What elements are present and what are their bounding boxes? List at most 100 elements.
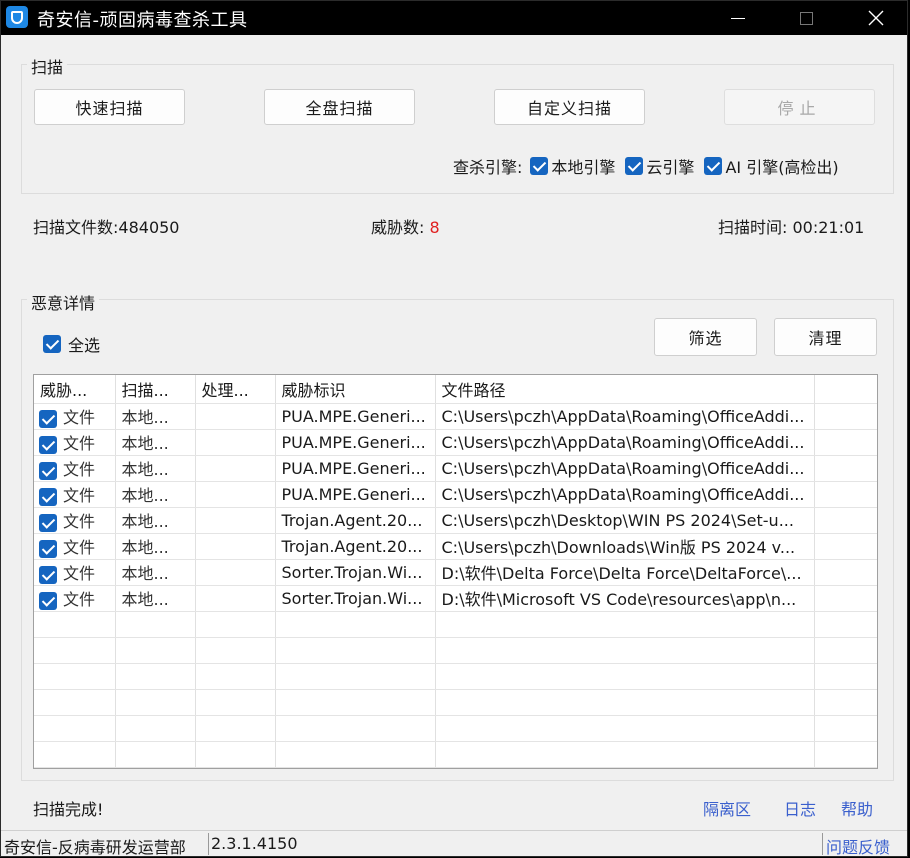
empty-row	[34, 689, 877, 716]
cell-threat-id: Trojan.Agent.20...	[275, 507, 436, 534]
checkmark-icon[interactable]	[39, 591, 57, 610]
column-header-action[interactable]: 处理...	[195, 375, 276, 404]
select-all-label: 全选	[68, 336, 101, 355]
cell-file-path: C:\Users\pczh\AppData\Roaming\OfficeAddi…	[435, 429, 815, 456]
maximize-button[interactable]	[783, 1, 829, 35]
cell-threat-type[interactable]: 文件	[34, 507, 116, 534]
column-header-file-path[interactable]: 文件路径	[435, 375, 815, 404]
status-divider	[208, 833, 209, 855]
table-row[interactable]: 文件 本地... Sorter.Trojan.Wi... D:\软件\Microsof…	[34, 585, 877, 612]
cell-action	[195, 559, 276, 586]
empty-row	[34, 663, 877, 690]
minimize-icon	[731, 17, 745, 19]
threat-table[interactable]: 威胁... 扫描... 处理... 威胁标识 文件路径 文件 本地... PUA.M…	[33, 374, 878, 769]
cell-threat-id: Trojan.Agent.20...	[275, 533, 436, 560]
engine-options: 查杀引擎: 本地引擎 云引擎 AI 引擎(高检出)	[453, 154, 849, 178]
close-icon	[868, 10, 884, 26]
custom-scan-button[interactable]: 自定义扫描	[494, 89, 645, 125]
close-button[interactable]	[853, 1, 899, 35]
empty-row	[34, 611, 877, 638]
cell-threat-id: PUA.MPE.Generi...	[275, 455, 436, 482]
empty-row	[34, 637, 877, 664]
cell-scan-engine: 本地...	[115, 429, 196, 456]
scan-time-label: 扫描时间:	[718, 218, 788, 237]
app-window: 奇安信-顽固病毒查杀工具 扫描 快速扫描 全盘扫描 自定义扫描 停止 查杀引擎:…	[0, 0, 908, 857]
engine-label: 查杀引擎:	[453, 158, 523, 177]
version-text: 2.3.1.4150	[211, 834, 298, 853]
checkmark-icon[interactable]	[39, 435, 57, 454]
cell-threat-id: Sorter.Trojan.Wi...	[275, 559, 436, 586]
cell-scan-engine: 本地...	[115, 533, 196, 560]
column-header-threat-id[interactable]: 威胁标识	[275, 375, 436, 404]
cell-threat-type[interactable]: 文件	[34, 403, 116, 430]
cell-scan-engine: 本地...	[115, 403, 196, 430]
feedback-link[interactable]: 问题反馈	[826, 834, 890, 858]
table-row[interactable]: 文件 本地... PUA.MPE.Generi... C:\Users\pczh\Ap…	[34, 481, 877, 508]
table-row[interactable]: 文件 本地... Trojan.Agent.20... C:\Users\pczh\D…	[34, 533, 877, 560]
quarantine-link[interactable]: 隔离区	[703, 796, 751, 820]
full-scan-button[interactable]: 全盘扫描	[264, 89, 415, 125]
minimize-button[interactable]	[715, 1, 761, 35]
threat-type-text: 文件	[63, 538, 96, 557]
cell-threat-type[interactable]: 文件	[34, 481, 116, 508]
clean-button[interactable]: 清理	[774, 318, 877, 356]
help-link[interactable]: 帮助	[841, 796, 873, 820]
cell-threat-type[interactable]: 文件	[34, 533, 116, 560]
checkmark-icon	[43, 335, 61, 353]
cell-threat-id: Sorter.Trojan.Wi...	[275, 585, 436, 612]
cell-file-path: C:\Users\pczh\AppData\Roaming\OfficeAddi…	[435, 481, 815, 508]
table-row[interactable]: 文件 本地... PUA.MPE.Generi... C:\Users\pczh\Ap…	[34, 403, 877, 430]
cell-file-path: C:\Users\pczh\AppData\Roaming\OfficeAddi…	[435, 403, 815, 430]
cloud-engine-label: 云引擎	[646, 158, 695, 177]
cell-threat-type[interactable]: 文件	[34, 455, 116, 482]
table-header: 威胁... 扫描... 处理... 威胁标识 文件路径	[34, 375, 877, 404]
scan-status-message: 扫描完成!	[33, 800, 104, 819]
table-row[interactable]: 文件 本地... PUA.MPE.Generi... C:\Users\pczh\Ap…	[34, 429, 877, 456]
stop-button[interactable]: 停止	[724, 89, 875, 125]
filter-button[interactable]: 筛选	[654, 318, 757, 356]
cell-file-path: C:\Users\pczh\Downloads\Win版 PS 2024 v..…	[435, 533, 815, 560]
cell-action	[195, 507, 276, 534]
log-link[interactable]: 日志	[784, 796, 816, 820]
checkmark-icon[interactable]	[39, 539, 57, 558]
scan-time-value: 00:21:01	[792, 218, 865, 237]
cell-threat-type[interactable]: 文件	[34, 429, 116, 456]
cell-scan-engine: 本地...	[115, 559, 196, 586]
ai-engine-checkbox[interactable]: AI 引擎(高检出)	[704, 154, 839, 178]
cell-threat-type[interactable]: 文件	[34, 559, 116, 586]
scanned-files-value: 484050	[118, 218, 180, 237]
cell-threat-id: PUA.MPE.Generi...	[275, 429, 436, 456]
checkmark-icon[interactable]	[39, 409, 57, 428]
empty-row	[34, 715, 877, 742]
select-all-checkbox[interactable]: 全选	[43, 332, 100, 356]
status-bar: 奇安信-反病毒研发运营部 2.3.1.4150 问题反馈	[1, 830, 907, 858]
cell-empty	[814, 429, 877, 456]
cell-empty	[814, 481, 877, 508]
threat-type-text: 文件	[63, 460, 96, 479]
checkmark-icon[interactable]	[39, 487, 57, 506]
checkmark-icon[interactable]	[39, 565, 57, 584]
org-name: 奇安信-反病毒研发运营部	[4, 838, 186, 857]
table-row[interactable]: 文件 本地... Sorter.Trojan.Wi... D:\软件\Delta Fo…	[34, 559, 877, 586]
column-header-scan-engine[interactable]: 扫描...	[115, 375, 196, 404]
checkmark-icon[interactable]	[39, 513, 57, 532]
local-engine-checkbox[interactable]: 本地引擎	[530, 154, 615, 178]
cell-scan-engine: 本地...	[115, 585, 196, 612]
ai-engine-label: AI 引擎(高检出)	[725, 158, 839, 177]
cell-action	[195, 585, 276, 612]
cell-empty	[814, 455, 877, 482]
checkmark-icon	[530, 157, 549, 175]
cell-threat-type[interactable]: 文件	[34, 585, 116, 612]
cell-action	[195, 533, 276, 560]
threat-type-text: 文件	[63, 512, 96, 531]
cell-scan-engine: 本地...	[115, 481, 196, 508]
quick-scan-button[interactable]: 快速扫描	[34, 89, 185, 125]
column-header-threat-type[interactable]: 威胁...	[34, 375, 116, 404]
table-row[interactable]: 文件 本地... PUA.MPE.Generi... C:\Users\pczh\Ap…	[34, 455, 877, 482]
table-row[interactable]: 文件 本地... Trojan.Agent.20... C:\Users\pczh\D…	[34, 507, 877, 534]
detail-group-label: 恶意详情	[27, 290, 100, 314]
checkmark-icon[interactable]	[39, 461, 57, 480]
title-bar[interactable]: 奇安信-顽固病毒查杀工具	[1, 1, 907, 35]
cloud-engine-checkbox[interactable]: 云引擎	[625, 154, 694, 178]
cell-threat-id: PUA.MPE.Generi...	[275, 403, 436, 430]
